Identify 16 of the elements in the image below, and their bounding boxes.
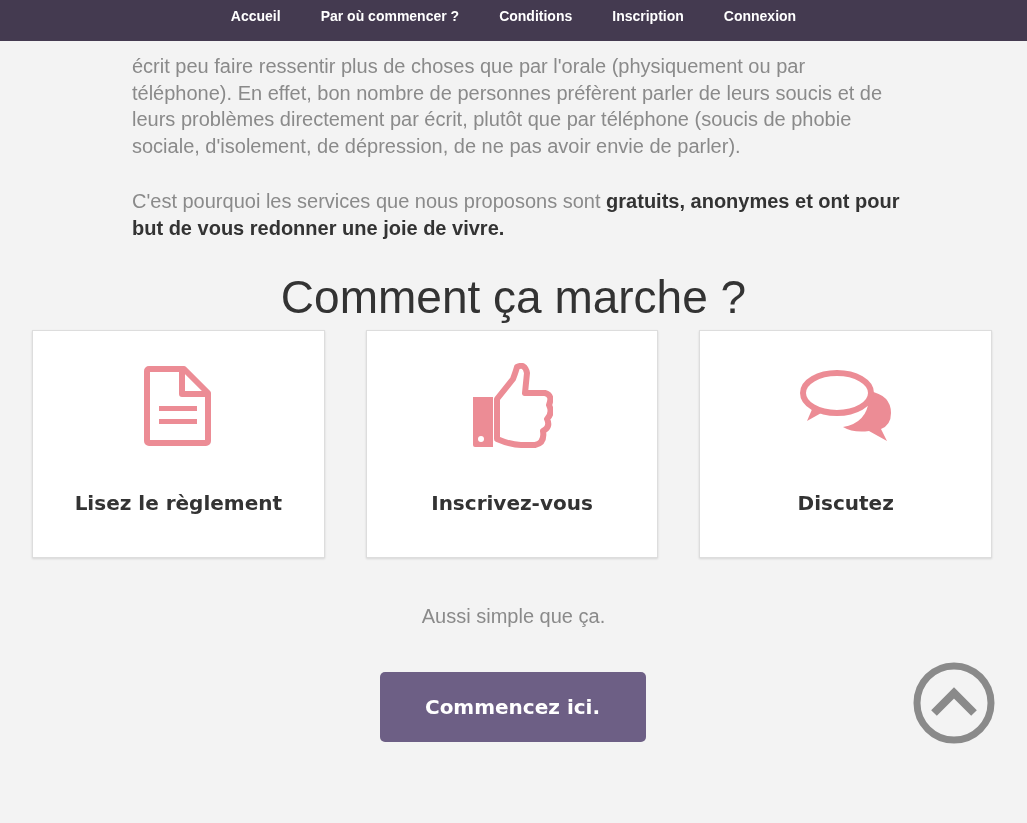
step-label: Discutez bbox=[797, 491, 894, 515]
nav-link[interactable]: Par où commencer ? bbox=[300, 0, 480, 41]
start-button[interactable]: Commencez ici. bbox=[379, 672, 646, 742]
step-label: Lisez le règlement bbox=[74, 491, 283, 515]
caption: Aussi simple que ça. bbox=[420, 605, 607, 628]
section-heading: Comment ça marche ? bbox=[279, 270, 748, 325]
nav-link[interactable]: Accueil bbox=[210, 0, 301, 41]
thumbs-up-icon bbox=[471, 363, 553, 449]
nav-link[interactable]: Conditions bbox=[479, 0, 593, 41]
nav-link[interactable]: Connexion bbox=[703, 0, 817, 41]
paragraph: écrit peu faire ressentir plus de choses que par l'orale (physiquement ou par téléphone). En effet, bon nombre de personnes préfèrent parler de leurs soucis et de leurs problèmes directement par écrit, plutôt que par téléphone (soucis de phobie sociale, d'isolement, de dépression, de ne pas avoir envie de parler). bbox=[132, 54, 884, 159]
paragraph: C'est pourquoi les services que nous proposons sont gratuits, anonymes et ont pour but de vous redonner une joie de vivre. bbox=[132, 189, 901, 241]
nav-link[interactable]: Inscription bbox=[592, 0, 704, 41]
step-label: Inscrivez-vous bbox=[431, 491, 593, 515]
scroll-to-top-icon[interactable] bbox=[912, 661, 996, 745]
document-icon bbox=[144, 363, 213, 449]
